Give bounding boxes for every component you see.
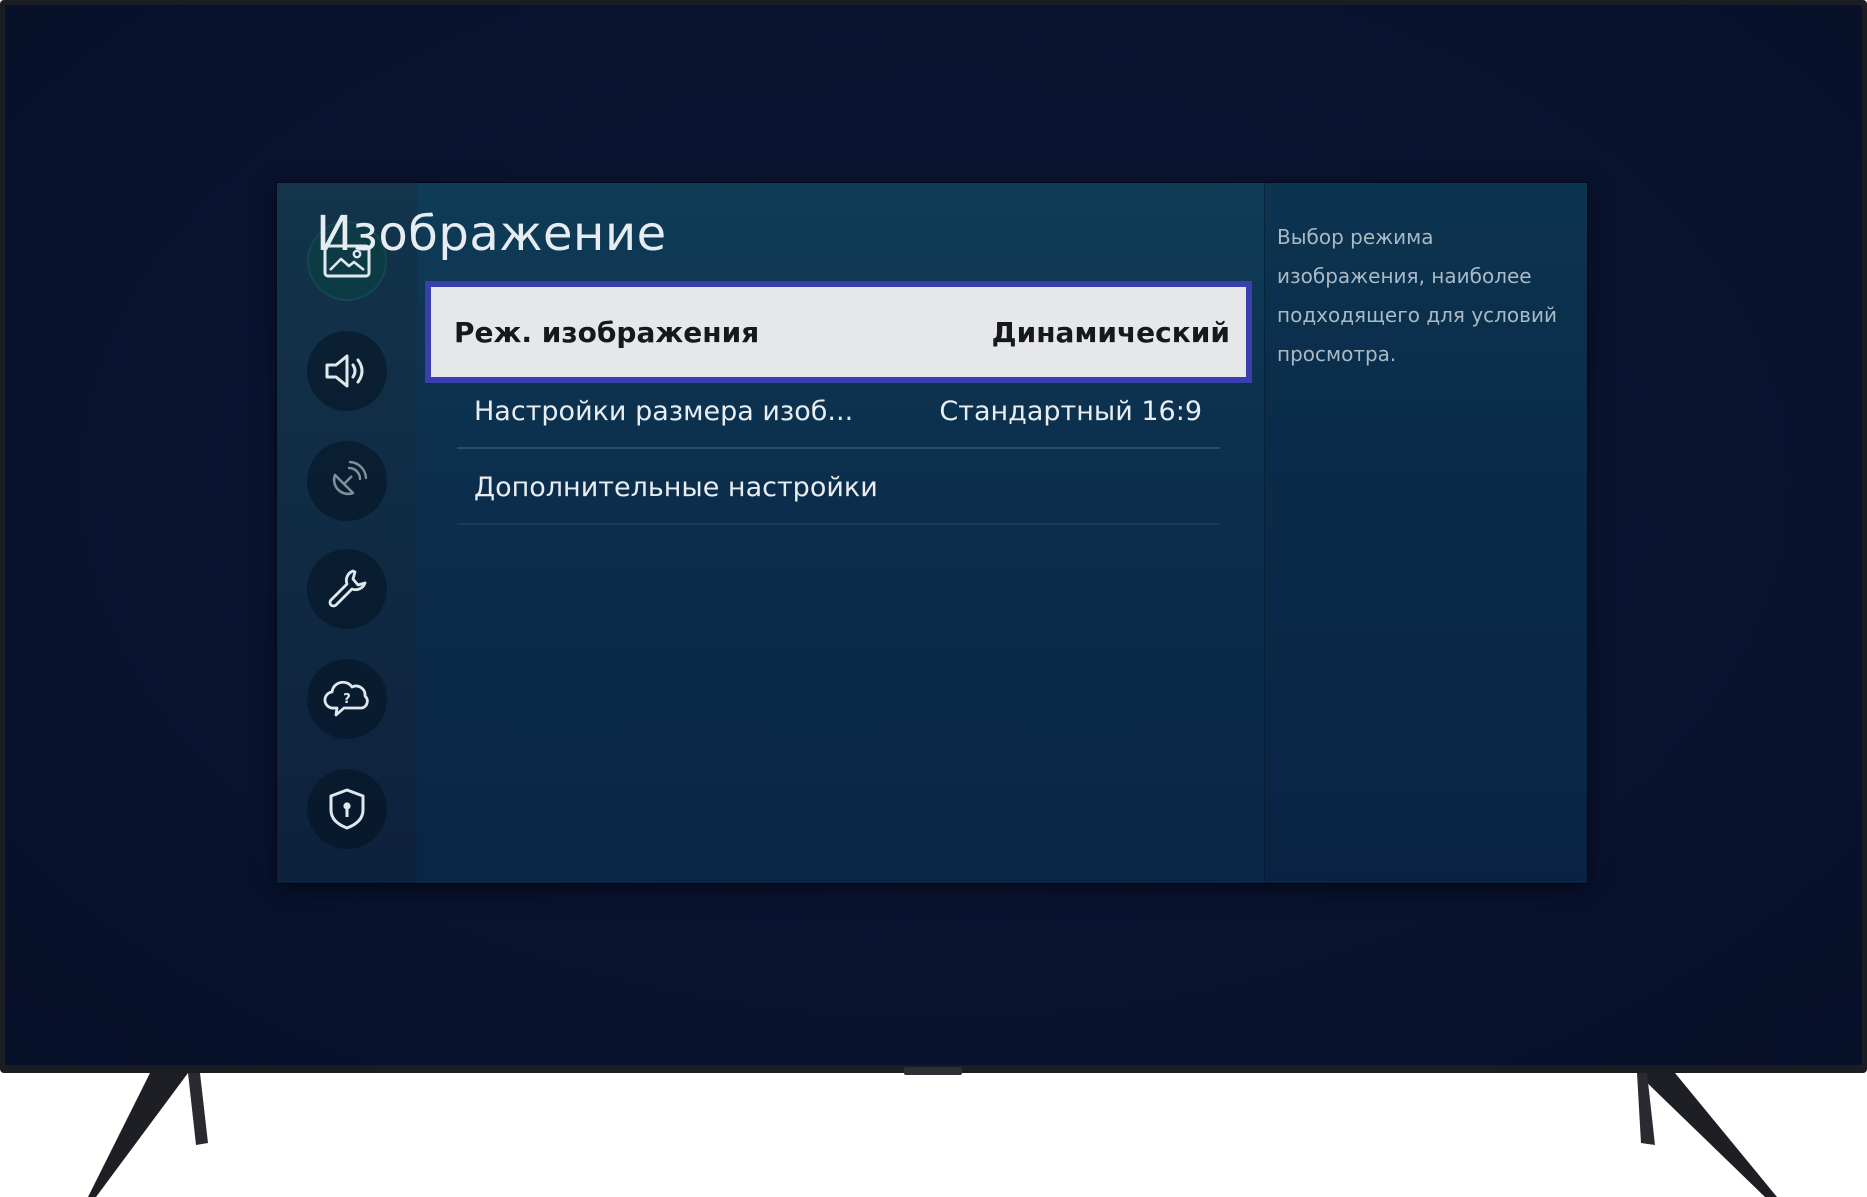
sound-category-button[interactable]	[307, 331, 387, 411]
wrench-icon	[328, 569, 367, 608]
shield-icon	[329, 788, 365, 830]
support-category-button[interactable]: ?	[307, 659, 387, 739]
settings-category-rail: ?	[277, 183, 417, 883]
tv-brand-logo	[904, 1067, 962, 1075]
menu-item-picture-size[interactable]: Настройки размера изоб... Стандартный 16…	[457, 375, 1220, 449]
menu-item-label: Дополнительные настройки	[474, 471, 878, 503]
support-cloud-icon: ?	[323, 680, 369, 717]
svg-text:?: ?	[343, 692, 351, 707]
menu-item-value: Динамический	[991, 315, 1230, 349]
sound-icon	[325, 354, 364, 388]
broadcasting-icon	[332, 460, 368, 496]
item-description: Выбор режима изображения, наиболее подхо…	[1277, 225, 1557, 366]
broadcasting-category-button[interactable]	[307, 441, 387, 521]
tv-stand-right	[1637, 1073, 1777, 1197]
tv-stand-left	[88, 1073, 208, 1197]
menu-item-expert-settings[interactable]: Дополнительные настройки	[457, 451, 1220, 525]
general-category-button[interactable]	[307, 549, 387, 629]
menu-item-label: Реж. изображения	[454, 315, 760, 349]
privacy-category-button[interactable]	[307, 769, 387, 849]
menu-item-value: Стандартный 16:9	[939, 395, 1202, 427]
page-title: Изображение	[316, 206, 667, 262]
menu-item-picture-mode[interactable]: Реж. изображения Динамический	[425, 281, 1252, 383]
menu-item-label: Настройки размера изоб...	[474, 395, 854, 427]
